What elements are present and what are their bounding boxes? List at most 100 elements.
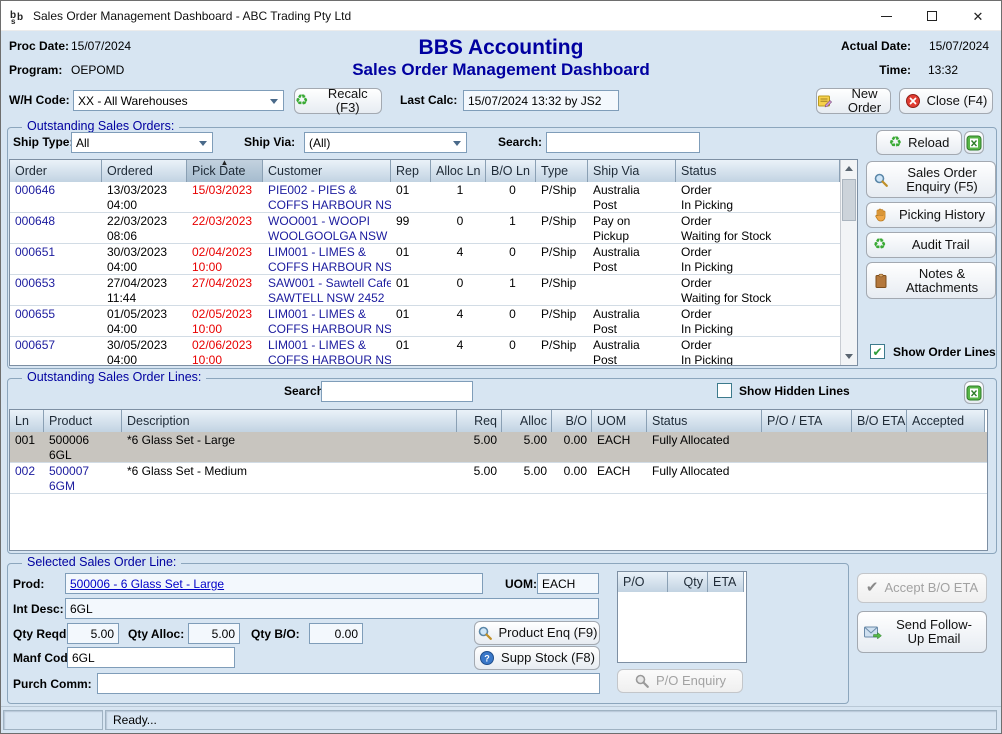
send-followup-email-button[interactable]: Send Follow-Up Email <box>857 611 987 653</box>
column-header[interactable]: Description <box>122 410 457 432</box>
column-header[interactable]: ETA <box>708 572 744 592</box>
scrollbar-thumb[interactable] <box>842 179 856 221</box>
table-cell: 1 <box>486 213 536 243</box>
table-cell: 30/03/202304:00 <box>102 244 187 274</box>
table-row[interactable]: 0025000076GM*6 Glass Set - Medium5.005.0… <box>10 463 987 494</box>
reload-button[interactable]: ♻ Reload <box>876 130 962 155</box>
qty-alloc-label: Qty Alloc: <box>128 627 184 641</box>
minimize-button[interactable] <box>863 1 909 31</box>
table-row[interactable]: 00064613/03/202304:0015/03/2023PIE002 - … <box>10 182 857 213</box>
column-header[interactable]: Customer <box>263 160 391 182</box>
page-title: Sales Order Management Dashboard <box>1 60 1001 80</box>
uom-label: UOM: <box>505 577 537 591</box>
table-cell: 01/05/202304:00 <box>102 306 187 336</box>
table-cell: EACH <box>592 463 647 493</box>
search-icon <box>477 625 493 641</box>
recycle-icon: ♻ <box>889 135 902 151</box>
column-header[interactable]: Ship Via <box>588 160 676 182</box>
column-header[interactable]: B/O ETA <box>852 410 907 432</box>
table-row[interactable]: 00065730/05/202304:0002/06/202310:00LIM0… <box>10 337 857 366</box>
table-row[interactable]: 00065130/03/202304:0002/04/202310:00LIM0… <box>10 244 857 275</box>
po-enquiry-button[interactable]: P/O Enquiry <box>617 669 743 693</box>
table-cell: 02/05/202310:00 <box>187 306 263 336</box>
table-row[interactable]: 00064822/03/202308:0622/03/2023WOO001 - … <box>10 213 857 244</box>
ship-via-value: (All) <box>309 136 330 150</box>
column-header[interactable]: UOM <box>592 410 647 432</box>
lines-search-field[interactable] <box>321 381 473 402</box>
column-header[interactable]: Accepted <box>907 410 985 432</box>
table-cell: 15/03/2023 <box>187 182 263 212</box>
notes-attachments-button[interactable]: Notes & Attachments <box>866 262 996 299</box>
wh-code-select[interactable]: XX - All Warehouses <box>73 90 284 111</box>
picking-history-button[interactable]: Picking History <box>866 202 996 228</box>
lines-search-input[interactable] <box>326 382 468 401</box>
column-header[interactable]: Qty <box>668 572 708 592</box>
show-hidden-lines-checkbox[interactable] <box>717 383 732 398</box>
supp-stock-button[interactable]: ? Supp Stock (F8) <box>474 646 600 670</box>
audit-trail-button[interactable]: ♻ Audit Trail <box>866 232 996 258</box>
close-icon: ✕ <box>973 10 984 23</box>
recalc-button[interactable]: ♻ Recalc (F3) <box>294 88 382 114</box>
scroll-up-icon[interactable] <box>841 160 857 177</box>
orders-search-field[interactable] <box>546 132 700 153</box>
purch-comm-label: Purch Comm: <box>13 677 92 691</box>
accept-bo-eta-button[interactable]: ✔ Accept B/O ETA <box>857 573 987 603</box>
sales-order-enquiry-button[interactable]: Sales Order Enquiry (F5) <box>866 161 996 198</box>
table-cell: 0.00 <box>552 432 592 462</box>
table-cell: 000646 <box>10 182 102 212</box>
table-cell: 22/03/202308:06 <box>102 213 187 243</box>
close-f4-label: Close (F4) <box>927 94 988 108</box>
orders-table-scrollbar[interactable] <box>840 160 857 365</box>
ship-type-select[interactable]: All <box>71 132 213 153</box>
column-header[interactable]: B/O Ln <box>486 160 536 182</box>
table-row[interactable]: 0015000066GL*6 Glass Set - Large5.005.00… <box>10 432 987 463</box>
table-cell: 0 <box>431 213 486 243</box>
new-order-button[interactable]: New Order <box>816 88 891 114</box>
prod-field[interactable]: 500006 - 6 Glass Set - Large <box>65 573 483 594</box>
orders-search-input[interactable] <box>551 133 695 152</box>
table-cell: P/Ship <box>536 275 588 305</box>
column-header[interactable]: Alloc Ln <box>431 160 486 182</box>
column-header[interactable]: P/O <box>618 572 668 592</box>
column-header[interactable]: P/O / ETA <box>762 410 852 432</box>
maximize-button[interactable] <box>909 1 955 31</box>
table-cell: AustraliaPost <box>588 244 676 274</box>
hand-icon <box>873 207 889 223</box>
int-desc-label: Int Desc: <box>13 602 64 616</box>
column-header[interactable]: Alloc <box>502 410 552 432</box>
column-header[interactable]: Ln <box>10 410 44 432</box>
column-header[interactable]: B/O <box>552 410 592 432</box>
product-enq-button[interactable]: Product Enq (F9) <box>474 621 600 645</box>
lines-export-excel-button[interactable] <box>964 381 984 404</box>
column-header[interactable]: Type <box>536 160 588 182</box>
table-cell: WOO001 - WOOPIWOOLGOOLGA NSW <box>263 213 391 243</box>
table-cell: 5.00 <box>502 463 552 493</box>
prod-link[interactable]: 500006 - 6 Glass Set - Large <box>70 577 224 591</box>
purch-comm-field[interactable] <box>97 673 600 694</box>
table-cell: 0 <box>431 275 486 305</box>
scroll-down-icon[interactable] <box>841 348 857 365</box>
po-table-header: P/OQtyETA <box>618 572 746 592</box>
show-order-lines-checkbox[interactable]: ✔ <box>870 344 885 359</box>
column-header[interactable]: Rep <box>391 160 431 182</box>
table-row[interactable]: 00065501/05/202304:0002/05/202310:00LIM0… <box>10 306 857 337</box>
titlebar: b b s Sales Order Management Dashboard -… <box>1 1 1001 31</box>
qty-reqd-field: 5.00 <box>67 623 119 644</box>
table-cell: 01 <box>391 275 431 305</box>
column-header[interactable]: Ordered <box>102 160 187 182</box>
column-header[interactable]: Req <box>457 410 502 432</box>
ship-via-select[interactable]: (All) <box>304 132 467 153</box>
column-header[interactable]: Status <box>647 410 762 432</box>
table-row[interactable]: 00065327/04/202311:4427/04/2023SAW001 - … <box>10 275 857 306</box>
table-cell: 30/05/202304:00 <box>102 337 187 366</box>
column-header[interactable]: Order <box>10 160 102 182</box>
table-cell: Fully Allocated <box>647 463 762 493</box>
close-window-button[interactable]: ✕ <box>955 1 1001 31</box>
manf-code-field[interactable]: 6GL <box>67 647 235 668</box>
close-f4-button[interactable]: Close (F4) <box>899 88 993 114</box>
column-header[interactable]: Status <box>676 160 840 182</box>
column-header[interactable]: Pick Date▲ <box>187 160 263 182</box>
orders-export-excel-button[interactable] <box>964 131 984 154</box>
orders-table: OrderOrderedPick Date▲CustomerRepAlloc L… <box>9 159 858 366</box>
column-header[interactable]: Product <box>44 410 122 432</box>
